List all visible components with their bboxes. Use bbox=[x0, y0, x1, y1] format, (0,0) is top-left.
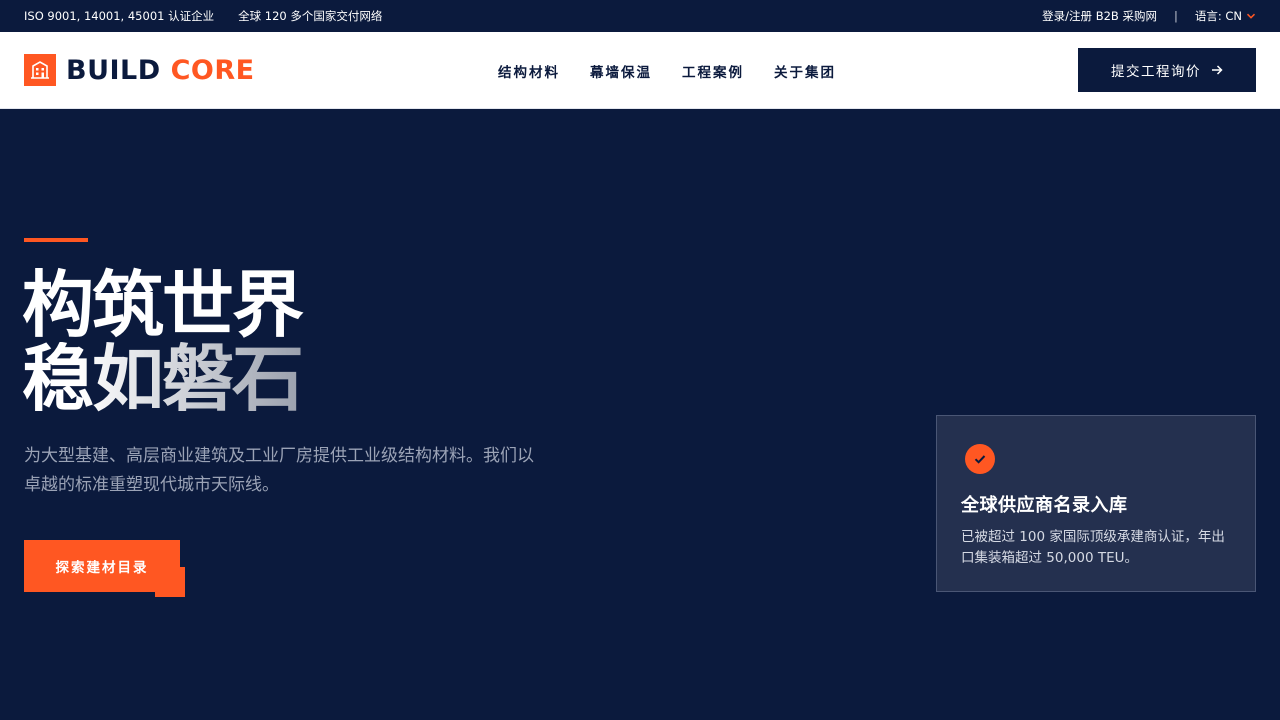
brand-logo[interactable]: BUILD CORE bbox=[24, 54, 255, 86]
nav-item-about-group[interactable]: 关于集团 bbox=[774, 61, 836, 81]
nav-item-projects[interactable]: 工程案例 bbox=[682, 61, 744, 81]
card-description: 已被超过 100 家国际顶级承建商认证，年出口集装箱超过 50,000 TEU。 bbox=[961, 529, 1225, 566]
submit-inquiry-label: 提交工程询价 bbox=[1111, 64, 1201, 80]
explore-catalog-wrapper: 探索建材目录 bbox=[24, 540, 185, 597]
topbar-right: 登录/注册 B2B 采购网 | 语言: CN bbox=[1042, 8, 1256, 24]
language-selector[interactable]: 语言: CN bbox=[1195, 8, 1256, 24]
topbar-separator: | bbox=[1173, 9, 1178, 23]
check-circle-icon bbox=[965, 444, 995, 474]
delivery-network-text: 全球 120 多个国家交付网络 bbox=[238, 9, 383, 23]
nav-item-curtain-wall-insulation[interactable]: 幕墙保温 bbox=[590, 61, 652, 81]
explore-catalog-button[interactable]: 探索建材目录 bbox=[24, 540, 180, 592]
topbar-left: ISO 9001, 14001, 45001 认证企业 全球 120 多个国家交… bbox=[24, 8, 382, 24]
building-icon bbox=[24, 54, 56, 86]
language-label: 语言: CN bbox=[1194, 9, 1242, 23]
chevron-down-icon bbox=[1246, 13, 1256, 19]
arrow-right-icon bbox=[1212, 65, 1223, 75]
hero-title-line2: 稳如磐石 bbox=[22, 337, 304, 421]
card-title: 全球供应商名录入库 bbox=[961, 495, 1128, 516]
primary-nav: 结构材料 幕墙保温 工程案例 关于集团 bbox=[498, 32, 836, 109]
nav-item-structural-materials[interactable]: 结构材料 bbox=[498, 61, 560, 81]
certification-text: ISO 9001, 14001, 45001 认证企业 bbox=[24, 9, 215, 23]
brand-name-part1: BUILD bbox=[66, 54, 161, 86]
hero-accent-line bbox=[24, 238, 88, 242]
login-register-link[interactable]: 登录/注册 B2B 采购网 bbox=[1042, 8, 1157, 24]
submit-inquiry-button[interactable]: 提交工程询价 bbox=[1078, 48, 1256, 92]
brand-wordmark: BUILD CORE bbox=[66, 57, 255, 84]
brand-name-part2: CORE bbox=[170, 54, 255, 86]
hero-description: 为大型基建、高层商业建筑及工业厂房提供工业级结构材料。我们以卓越的标准重塑现代城… bbox=[24, 446, 534, 495]
top-utility-bar: ISO 9001, 14001, 45001 认证企业 全球 120 多个国家交… bbox=[0, 0, 1280, 32]
hero-title-line1: 构筑世界 bbox=[22, 263, 304, 347]
hero-title: 构筑世界 稳如磐石 bbox=[22, 263, 304, 421]
main-navbar: BUILD CORE 结构材料 幕墙保温 工程案例 关于集团 提交工程询价 bbox=[0, 32, 1280, 109]
supplier-listing-card: 全球供应商名录入库 已被超过 100 家国际顶级承建商认证，年出口集装箱超过 5… bbox=[936, 415, 1256, 592]
